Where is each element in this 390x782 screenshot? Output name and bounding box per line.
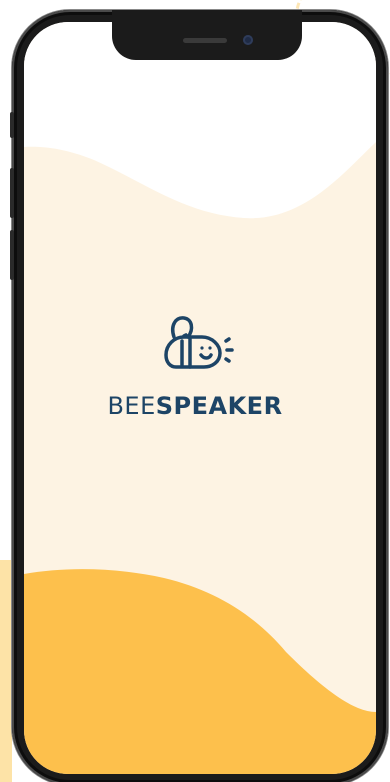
phone-notch xyxy=(112,10,302,60)
wordmark-bold: SPEAKER xyxy=(155,392,283,420)
volume-up-button xyxy=(10,168,14,218)
front-camera xyxy=(243,35,253,45)
decorative-background-strip xyxy=(0,560,12,782)
mute-switch xyxy=(10,112,14,138)
wordmark-light: BEE xyxy=(107,392,156,420)
splash-stage: BEESPEAKER xyxy=(0,0,390,782)
earpiece-speaker xyxy=(183,38,227,43)
bottom-yellow-wave xyxy=(24,569,376,774)
volume-down-button xyxy=(10,230,14,280)
bee-icon xyxy=(164,316,234,369)
app-wordmark: BEESPEAKER xyxy=(0,392,390,420)
